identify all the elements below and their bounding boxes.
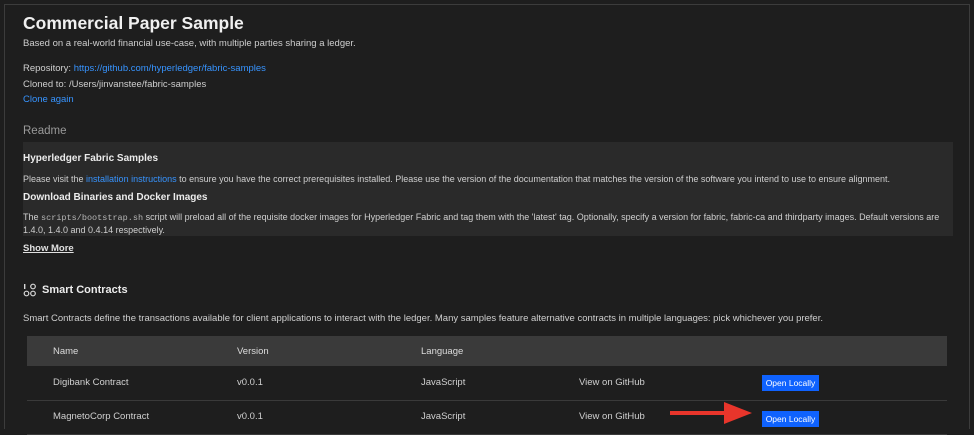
show-more-link[interactable]: Show More — [23, 243, 74, 254]
cloned-path: /Users/jinvanstee/fabric-samples — [68, 79, 207, 90]
column-header-language: Language — [421, 346, 464, 357]
repository-label: Repository: — [23, 63, 72, 74]
smart-contracts-description: Smart Contracts define the transactions … — [23, 313, 823, 324]
readme-heading: Readme — [23, 125, 67, 137]
readme-code: scripts/bootstrap.sh — [41, 213, 144, 223]
contract-language: JavaScript — [421, 377, 466, 388]
contract-language: JavaScript — [421, 411, 466, 422]
readme-text: Please visit the — [23, 174, 84, 184]
readme-text: to ensure you have the correct prerequis… — [179, 174, 891, 184]
smart-contracts-title: Smart Contracts — [42, 284, 128, 296]
repository-link[interactable]: https://github.com/hyperledger/fabric-sa… — [74, 63, 266, 74]
table-header: Name Version Language — [27, 336, 947, 366]
annotation-arrow-icon — [670, 402, 752, 424]
readme-paragraph-2: The scripts/bootstrap.sh script will pre… — [23, 212, 945, 236]
contract-version: v0.0.1 — [237, 411, 263, 422]
table-row: Digibank Contract v0.0.1 JavaScript View… — [27, 367, 947, 401]
contract-version: v0.0.1 — [237, 377, 263, 388]
repository-line: Repository: https://github.com/hyperledg… — [23, 63, 266, 74]
contract-name: MagnetoCorp Contract — [53, 411, 150, 422]
table-row: MagnetoCorp Contract v0.0.1 JavaScript V… — [27, 401, 947, 435]
readme-paragraph-1: Please visit the installation instructio… — [23, 174, 945, 186]
view-on-github-link[interactable]: View on GitHub — [579, 377, 645, 388]
column-header-name: Name — [53, 346, 79, 357]
view-on-github-link[interactable]: View on GitHub — [579, 411, 645, 422]
smart-contracts-icon — [23, 283, 36, 297]
cloned-line: Cloned to: /Users/jinvanstee/fabric-samp… — [23, 79, 206, 90]
open-locally-button[interactable]: Open Locally — [762, 411, 819, 427]
readme-content: Hyperledger Fabric Samples Please visit … — [23, 142, 953, 236]
readme-heading-2: Download Binaries and Docker Images — [23, 192, 208, 203]
readme-heading-1: Hyperledger Fabric Samples — [23, 153, 159, 164]
readme-text: script will preload all of the requisite… — [23, 212, 940, 235]
clone-again-line: Clone again — [23, 94, 74, 105]
page-title: Commercial Paper Sample — [23, 13, 244, 33]
open-locally-button[interactable]: Open Locally — [762, 375, 819, 391]
contract-name: Digibank Contract — [53, 377, 129, 388]
clone-again-link[interactable]: Clone again — [23, 94, 74, 105]
page-subtitle: Based on a real-world financial use-case… — [23, 38, 356, 49]
installation-instructions-link[interactable]: installation instructions — [86, 174, 177, 184]
cloned-label: Cloned to: — [23, 79, 67, 90]
column-header-version: Version — [237, 346, 269, 357]
readme-text: The — [23, 212, 39, 222]
